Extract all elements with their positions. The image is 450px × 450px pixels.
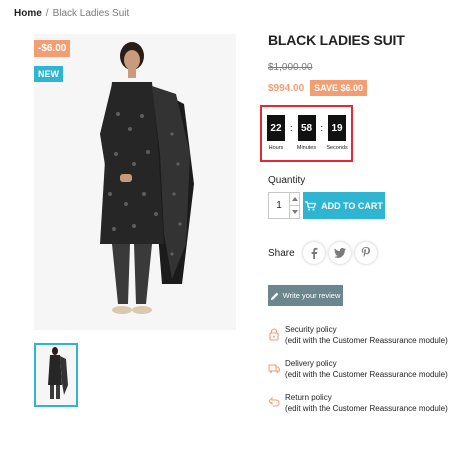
product-photo bbox=[100, 42, 194, 314]
reassurance-block: Security policy (edit with the Customer … bbox=[268, 324, 448, 426]
add-to-cart-button[interactable]: ADD TO CART bbox=[303, 192, 385, 219]
current-price: $994.00 bbox=[268, 82, 305, 94]
countdown-minutes: 58 Minutes bbox=[295, 115, 319, 160]
cart-icon bbox=[305, 200, 317, 211]
regular-price: $1,000.00 bbox=[268, 62, 313, 73]
facebook-icon bbox=[311, 247, 318, 259]
seconds-value: 19 bbox=[328, 115, 347, 141]
product-title: BLACK LADIES SUIT bbox=[268, 32, 405, 48]
reassurance-item-security: Security policy (edit with the Customer … bbox=[268, 324, 448, 346]
add-to-cart-label: ADD TO CART bbox=[321, 200, 383, 211]
truck-icon bbox=[268, 358, 280, 378]
twitter-icon bbox=[333, 248, 346, 258]
thumbnail-photo bbox=[48, 347, 68, 399]
reassurance-title: Security policy bbox=[285, 325, 337, 334]
reassurance-item-delivery: Delivery policy (edit with the Customer … bbox=[268, 358, 448, 380]
share-facebook-button[interactable] bbox=[303, 242, 325, 264]
breadcrumb: Home / Black Ladies Suit bbox=[14, 8, 129, 19]
minutes-label: Minutes bbox=[296, 145, 317, 151]
product-thumbnail[interactable] bbox=[34, 343, 78, 407]
countdown-separator: : bbox=[289, 123, 293, 133]
countdown-hours: 22 Hours bbox=[264, 115, 288, 160]
return-icon bbox=[268, 392, 280, 412]
breadcrumb-current: Black Ladies Suit bbox=[52, 8, 130, 19]
countdown-separator: : bbox=[320, 123, 324, 133]
chevron-down-icon bbox=[291, 210, 298, 214]
seconds-label: Seconds bbox=[326, 145, 348, 151]
reassurance-note: (edit with the Customer Reassurance modu… bbox=[285, 336, 448, 345]
reassurance-note: (edit with the Customer Reassurance modu… bbox=[285, 404, 448, 413]
breadcrumb-separator: / bbox=[45, 8, 49, 19]
minutes-value: 58 bbox=[297, 115, 316, 141]
chevron-up-icon bbox=[291, 197, 298, 201]
discount-flag: -$6.00 bbox=[34, 40, 71, 57]
breadcrumb-home-link[interactable]: Home bbox=[14, 8, 42, 19]
quantity-increase-button[interactable] bbox=[290, 193, 299, 205]
pencil-icon bbox=[270, 292, 278, 300]
share-section: Share bbox=[268, 242, 377, 264]
quantity-stepper bbox=[268, 192, 300, 219]
share-label: Share bbox=[268, 247, 295, 259]
product-main-image[interactable] bbox=[34, 34, 236, 330]
quantity-buttons bbox=[289, 193, 299, 218]
countdown-seconds: 19 Seconds bbox=[325, 115, 349, 160]
hours-value: 22 bbox=[266, 115, 285, 141]
write-review-button[interactable]: Write your review bbox=[268, 285, 343, 306]
share-twitter-button[interactable] bbox=[329, 242, 351, 264]
hours-label: Hours bbox=[268, 145, 284, 151]
quantity-decrease-button[interactable] bbox=[290, 205, 299, 218]
write-review-label: Write your review bbox=[282, 291, 341, 300]
price-row: $994.00 SAVE $6.00 bbox=[268, 80, 368, 96]
quantity-label: Quantity bbox=[268, 175, 306, 186]
reassurance-item-return: Return policy (edit with the Customer Re… bbox=[268, 392, 448, 414]
new-flag: NEW bbox=[34, 66, 63, 82]
lock-icon bbox=[268, 324, 280, 344]
discount-badge: SAVE $6.00 bbox=[310, 80, 368, 96]
reassurance-title: Return policy bbox=[285, 393, 332, 402]
pinterest-icon bbox=[361, 247, 370, 257]
share-pinterest-button[interactable] bbox=[355, 242, 377, 264]
reassurance-note: (edit with the Customer Reassurance modu… bbox=[285, 370, 448, 379]
countdown-timer: 22 Hours : 58 Minutes : 19 Seconds bbox=[260, 105, 353, 162]
quantity-input[interactable] bbox=[269, 193, 289, 218]
reassurance-title: Delivery policy bbox=[285, 359, 337, 368]
